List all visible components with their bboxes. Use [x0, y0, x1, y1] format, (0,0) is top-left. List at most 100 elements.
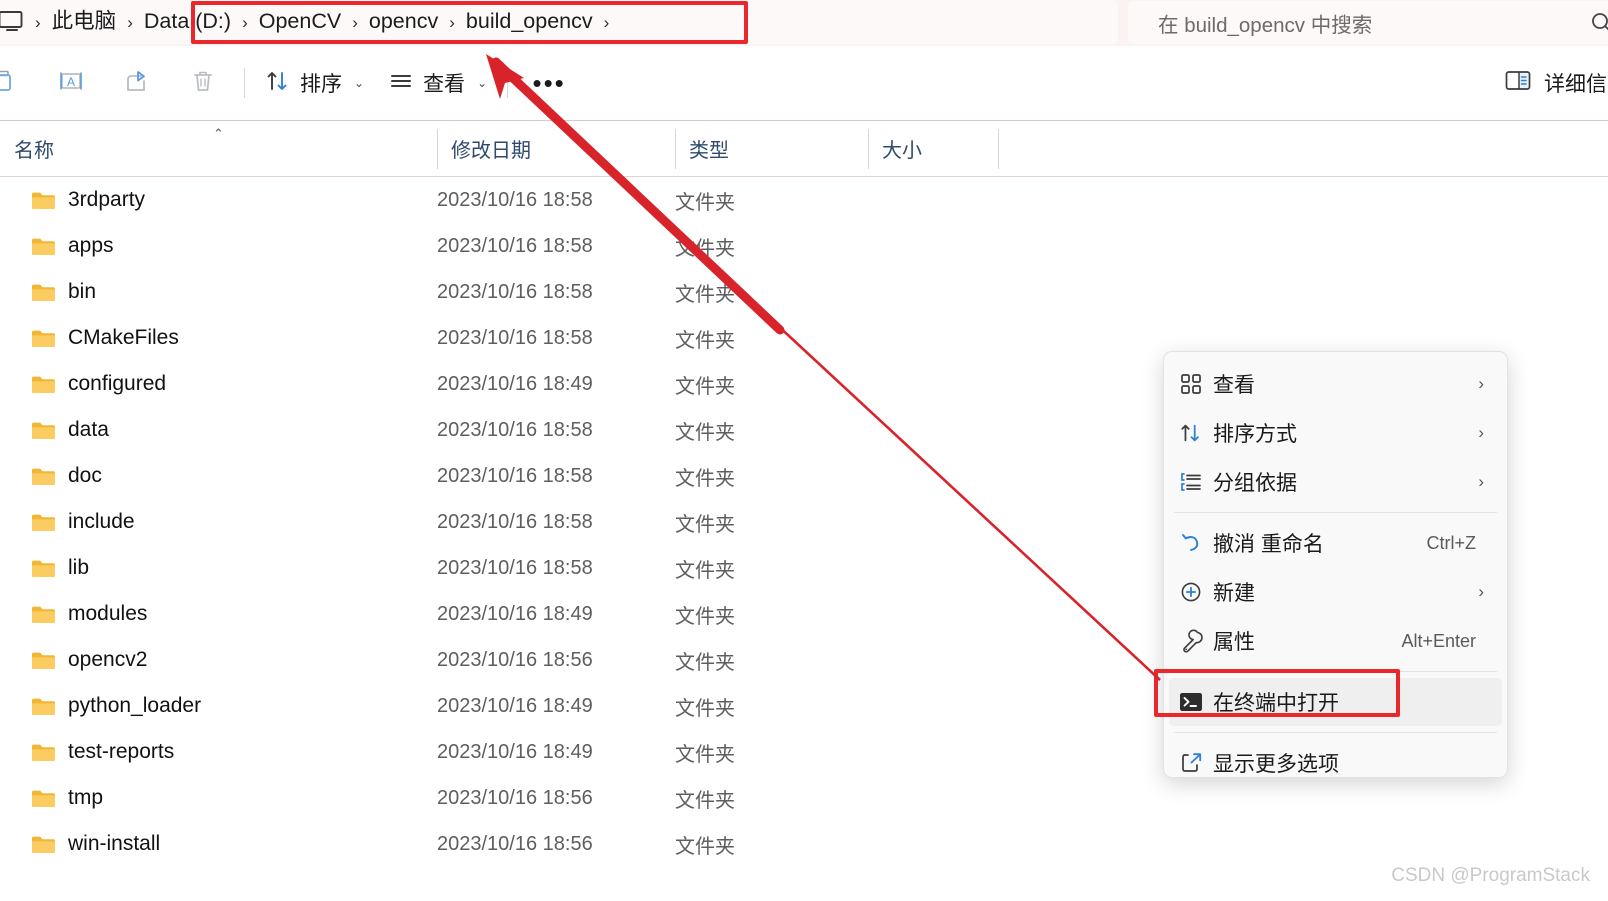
- context-menu-item-label: 分组依据: [1213, 472, 1297, 495]
- folder-icon: [31, 742, 56, 763]
- trash-icon: [189, 67, 217, 100]
- address-bar[interactable]: › 此电脑 › Data (D:) › OpenCV › opencv › bu…: [0, 0, 1118, 44]
- ellipsis-icon: •••: [532, 68, 566, 98]
- file-type-cell: 文件夹: [675, 605, 735, 628]
- folder-icon: [31, 374, 56, 395]
- folder-icon: [31, 420, 56, 441]
- folder-icon: [31, 650, 56, 671]
- context-menu-item[interactable]: 排序方式 ›: [1169, 409, 1502, 457]
- file-type-cell: 文件夹: [675, 513, 735, 536]
- toolbar-divider-2: [507, 68, 509, 98]
- file-type-cell: 文件夹: [675, 237, 735, 260]
- breadcrumb-opencv-root[interactable]: OpenCV: [259, 11, 341, 33]
- file-name-cell[interactable]: CMakeFiles: [0, 326, 437, 350]
- paste-button[interactable]: [0, 59, 38, 107]
- file-date-cell: 2023/10/16 18:58: [437, 556, 593, 579]
- chevron-down-icon-sort: ⌄: [354, 76, 365, 90]
- context-menu-item[interactable]: 撤消 重命名 Ctrl+Z: [1169, 519, 1502, 567]
- chevron-right-icon: ›: [1478, 472, 1484, 491]
- breadcrumb-build-opencv[interactable]: build_opencv: [466, 11, 593, 33]
- folder-icon: [31, 558, 56, 579]
- file-date-cell: 2023/10/16 18:56: [437, 786, 593, 809]
- file-name-label: python_loader: [68, 694, 202, 717]
- file-type-cell: 文件夹: [675, 697, 735, 720]
- file-name-label: opencv2: [68, 648, 148, 671]
- watermark-text: CSDN @ProgramStack: [1391, 865, 1590, 886]
- breadcrumb-this-pc[interactable]: 此电脑: [52, 11, 117, 33]
- context-menu-item-shortcut: Alt+Enter: [1401, 630, 1476, 651]
- column-header-type[interactable]: 类型: [675, 121, 868, 177]
- file-type-cell: 文件夹: [675, 835, 735, 858]
- group-by-icon: [1169, 470, 1213, 494]
- context-menu-item-label: 查看: [1213, 374, 1255, 397]
- search-icon[interactable]: [1590, 11, 1608, 35]
- file-name-cell[interactable]: tmp: [0, 786, 437, 810]
- table-row[interactable]: bin 2023/10/16 18:58 文件夹: [0, 269, 1608, 315]
- file-date-cell: 2023/10/16 18:58: [437, 234, 593, 257]
- sort-button-label: 排序: [300, 73, 342, 96]
- sort-button[interactable]: 排序 ⌄: [253, 59, 376, 107]
- context-menu-item-label: 排序方式: [1213, 423, 1297, 446]
- breadcrumb-separator-1: ›: [127, 12, 133, 32]
- file-name-cell[interactable]: test-reports: [0, 740, 437, 764]
- file-name-cell[interactable]: data: [0, 418, 437, 442]
- column-header-spacer: [998, 121, 1058, 177]
- file-name-cell[interactable]: configured: [0, 372, 437, 396]
- context-menu-item[interactable]: 新建 ›: [1169, 568, 1502, 616]
- this-pc-icon: [0, 9, 24, 35]
- file-name-cell[interactable]: win-install: [0, 832, 437, 856]
- file-date-cell: 2023/10/16 18:58: [437, 464, 593, 487]
- more-options-button[interactable]: •••: [516, 59, 582, 107]
- context-menu-item[interactable]: 在终端中打开: [1169, 678, 1502, 726]
- list-lines-icon: [388, 68, 414, 99]
- terminal-icon: [1169, 691, 1213, 713]
- breadcrumb-opencv[interactable]: opencv: [369, 11, 438, 33]
- file-name-cell[interactable]: python_loader: [0, 694, 437, 718]
- breadcrumb-separator-2: ›: [242, 12, 248, 32]
- search-box[interactable]: 在 build_opencv 中搜索: [1128, 1, 1608, 44]
- column-header-date[interactable]: 修改日期: [437, 121, 675, 177]
- column-header-size-label: 大小: [882, 140, 922, 162]
- file-date-cell: 2023/10/16 18:56: [437, 648, 593, 671]
- show-more-icon: [1169, 751, 1213, 775]
- context-menu-separator: [1174, 732, 1497, 733]
- breadcrumb-data-d[interactable]: Data (D:): [144, 11, 231, 33]
- file-type-cell: 文件夹: [675, 743, 735, 766]
- file-name-cell[interactable]: doc: [0, 464, 437, 488]
- file-name-cell[interactable]: bin: [0, 280, 437, 304]
- share-button[interactable]: [104, 59, 170, 107]
- file-name-label: data: [68, 418, 109, 441]
- context-menu-item[interactable]: 属性 Alt+Enter: [1169, 617, 1502, 665]
- rename-button[interactable]: A: [38, 59, 104, 107]
- column-header-name[interactable]: ⌃ 名称: [0, 121, 437, 177]
- undo-icon: [1169, 531, 1213, 555]
- breadcrumb-separator-5: ›: [603, 12, 610, 32]
- details-pane-button[interactable]: 详细信息: [1495, 59, 1608, 107]
- file-name-cell[interactable]: opencv2: [0, 648, 437, 672]
- table-row[interactable]: win-install 2023/10/16 18:56 文件夹: [0, 821, 1608, 867]
- folder-icon: [31, 834, 56, 855]
- plus-circle-icon: [1169, 580, 1213, 604]
- view-button[interactable]: 查看 ⌄: [376, 59, 499, 107]
- file-name-cell[interactable]: apps: [0, 234, 437, 258]
- column-header-size[interactable]: 大小: [868, 121, 998, 177]
- context-menu-item[interactable]: 分组依据 ›: [1169, 458, 1502, 506]
- file-name-label: include: [68, 510, 135, 533]
- context-menu-item[interactable]: 查看 ›: [1169, 360, 1502, 408]
- file-name-cell[interactable]: lib: [0, 556, 437, 580]
- search-input-placeholder: 在 build_opencv 中搜索: [1158, 13, 1373, 37]
- folder-icon: [31, 696, 56, 717]
- file-name-cell[interactable]: modules: [0, 602, 437, 626]
- table-row[interactable]: 3rdparty 2023/10/16 18:58 文件夹: [0, 177, 1608, 223]
- file-name-cell[interactable]: 3rdparty: [0, 188, 437, 212]
- chevron-down-icon-view: ⌄: [477, 76, 488, 90]
- breadcrumb-separator-4: ›: [449, 12, 455, 32]
- file-name-cell[interactable]: include: [0, 510, 437, 534]
- context-menu-item[interactable]: 显示更多选项: [1169, 739, 1502, 787]
- clipboard-paste-icon: [0, 67, 19, 99]
- table-row[interactable]: apps 2023/10/16 18:58 文件夹: [0, 223, 1608, 269]
- delete-button[interactable]: [170, 59, 236, 107]
- file-name-label: modules: [68, 602, 148, 625]
- folder-icon: [31, 190, 56, 211]
- breadcrumb-separator-0: ›: [35, 12, 41, 32]
